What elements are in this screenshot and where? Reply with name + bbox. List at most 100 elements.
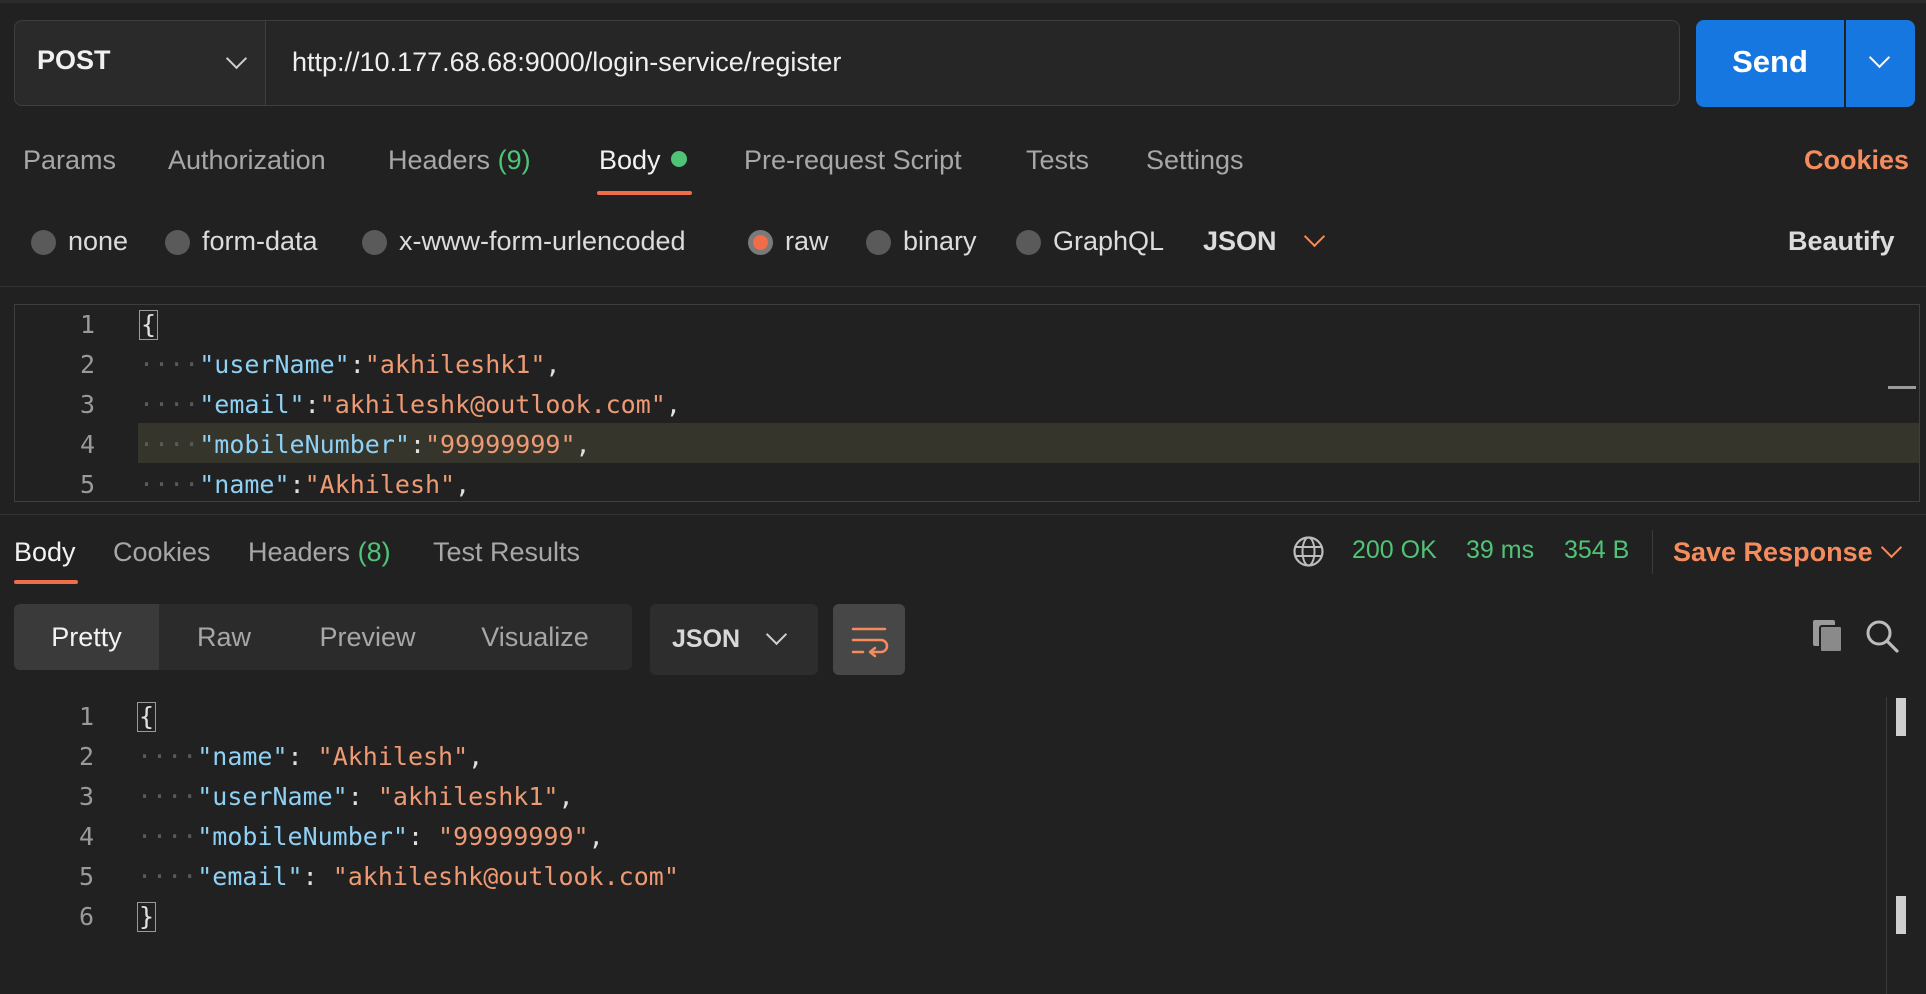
json-value: "akhileshk1" — [377, 782, 559, 811]
cookies-link[interactable]: Cookies — [1804, 145, 1909, 176]
method-label: POST — [37, 45, 111, 75]
response-view-toggle: Pretty Raw Preview Visualize — [14, 604, 632, 670]
json-separator: : — [409, 430, 425, 459]
json-separator: : — [304, 390, 320, 419]
url-text: http://10.177.68.68:9000/login-service/r… — [292, 47, 842, 77]
chevron-down-icon[interactable] — [1303, 225, 1326, 248]
view-preview-button[interactable]: Preview — [294, 604, 441, 670]
send-button[interactable]: Send — [1696, 20, 1844, 107]
tab-params[interactable]: Params — [23, 145, 116, 176]
radio-raw[interactable]: raw — [748, 226, 829, 256]
line-number: 1 — [79, 310, 95, 339]
copy-icon[interactable] — [1811, 618, 1845, 659]
line-number: 3 — [79, 390, 95, 419]
chevron-down-icon[interactable] — [1880, 536, 1903, 559]
scrollbar-track[interactable] — [1886, 697, 1887, 994]
tab-body[interactable]: Body — [599, 145, 687, 176]
modified-dot-icon — [670, 151, 687, 167]
body-format-select[interactable]: JSON — [1203, 226, 1277, 256]
line-number: 3 — [78, 782, 94, 811]
json-key: "email" — [199, 390, 305, 419]
chevron-down-icon — [225, 47, 248, 70]
response-tab-test-results[interactable]: Test Results — [433, 537, 580, 568]
json-value: "99999999" — [425, 430, 576, 459]
open-brace: { — [139, 310, 159, 340]
response-tab-headers[interactable]: Headers (8) — [248, 537, 391, 568]
json-separator: : — [287, 742, 318, 771]
tab-tests[interactable]: Tests — [1026, 145, 1089, 176]
json-key: "name" — [199, 470, 290, 499]
line-number: 2 — [78, 742, 94, 771]
send-options-button[interactable] — [1846, 20, 1915, 107]
json-value: "akhileshk@outlook.com" — [319, 390, 666, 419]
code-line: ····"email":"akhileshk@outlook.com", — [139, 390, 681, 419]
json-value: "Akhilesh" — [304, 470, 456, 499]
request-body-editor[interactable]: 1 2 3 4 5 { ····"userName":"akhileshk1",… — [14, 304, 1920, 502]
radio-graphql-label: GraphQL — [1053, 226, 1165, 256]
json-comma: , — [588, 822, 604, 851]
radio-none[interactable]: none — [31, 226, 128, 256]
line-number: 5 — [79, 470, 95, 499]
radio-icon — [866, 230, 891, 255]
tab-body-label: Body — [599, 145, 661, 175]
tab-authorization[interactable]: Authorization — [168, 145, 326, 176]
view-raw-button[interactable]: Raw — [159, 604, 289, 670]
radio-form-data[interactable]: form-data — [165, 226, 318, 256]
radio-form-data-label: form-data — [202, 226, 318, 256]
view-pretty-button[interactable]: Pretty — [14, 604, 159, 670]
beautify-button[interactable]: Beautify — [1788, 226, 1895, 256]
method-select[interactable]: POST — [14, 20, 266, 106]
line-number: 1 — [78, 702, 94, 731]
active-tab-indicator — [597, 191, 692, 195]
line-number: 4 — [79, 430, 95, 459]
search-icon[interactable] — [1864, 618, 1900, 659]
headers-count-badge: (9) — [497, 145, 531, 175]
radio-binary[interactable]: binary — [866, 226, 977, 256]
radio-urlencoded[interactable]: x-www-form-urlencoded — [362, 226, 686, 256]
json-comma: , — [545, 350, 561, 379]
line-number: 4 — [78, 822, 94, 851]
json-separator: : — [302, 862, 333, 891]
active-response-tab-indicator — [14, 580, 78, 584]
json-key: "userName" — [197, 782, 348, 811]
wrap-lines-icon — [851, 627, 889, 658]
tab-headers[interactable]: Headers (9) — [388, 145, 531, 176]
code-line: ····"userName":"akhileshk1", — [139, 350, 561, 379]
scrollbar-marker — [1896, 896, 1906, 934]
radio-selected-icon — [748, 230, 773, 255]
save-response-button[interactable]: Save Response — [1673, 537, 1873, 568]
json-comma: , — [455, 470, 471, 499]
json-key: "name" — [197, 742, 288, 771]
code-line: ····"userName": "akhileshk1", — [137, 782, 574, 811]
scrollbar-thumb[interactable] — [1896, 698, 1906, 736]
tab-headers-label: Headers — [388, 145, 491, 175]
radio-icon — [165, 230, 190, 255]
wrap-lines-button[interactable] — [833, 604, 905, 675]
url-input[interactable]: http://10.177.68.68:9000/login-service/r… — [266, 20, 1680, 106]
code-line: ····"mobileNumber": "99999999", — [137, 822, 604, 851]
radio-graphql[interactable]: GraphQL — [1016, 226, 1164, 256]
json-key: "email" — [197, 862, 303, 891]
line-number: 6 — [78, 902, 94, 931]
json-comma: , — [468, 742, 484, 771]
code-line: ····"name": "Akhilesh", — [137, 742, 484, 771]
code-line: { — [137, 697, 157, 737]
response-time[interactable]: 39 ms — [1466, 536, 1534, 565]
code-line: ····"email": "akhileshk@outlook.com" — [137, 862, 679, 891]
radio-binary-label: binary — [903, 226, 977, 256]
response-body-viewer[interactable]: 1 2 3 4 5 6 { ····"name": "Akhilesh", ··… — [0, 697, 1926, 994]
response-size[interactable]: 354 B — [1564, 536, 1629, 565]
response-format-select[interactable]: JSON — [650, 604, 818, 675]
status-code[interactable]: 200 OK — [1352, 536, 1437, 565]
tab-pre-request-script[interactable]: Pre-request Script — [744, 145, 962, 176]
globe-icon[interactable] — [1292, 535, 1325, 573]
response-tab-body[interactable]: Body — [14, 537, 76, 568]
divider — [0, 286, 1926, 287]
line-number: 2 — [79, 350, 95, 379]
response-tab-cookies[interactable]: Cookies — [113, 537, 211, 568]
body-format-label: JSON — [1203, 226, 1277, 256]
tab-settings[interactable]: Settings — [1146, 145, 1244, 176]
view-visualize-button[interactable]: Visualize — [448, 604, 622, 670]
code-line: ····"mobileNumber":"99999999", — [139, 430, 591, 459]
radio-raw-label: raw — [785, 226, 829, 256]
